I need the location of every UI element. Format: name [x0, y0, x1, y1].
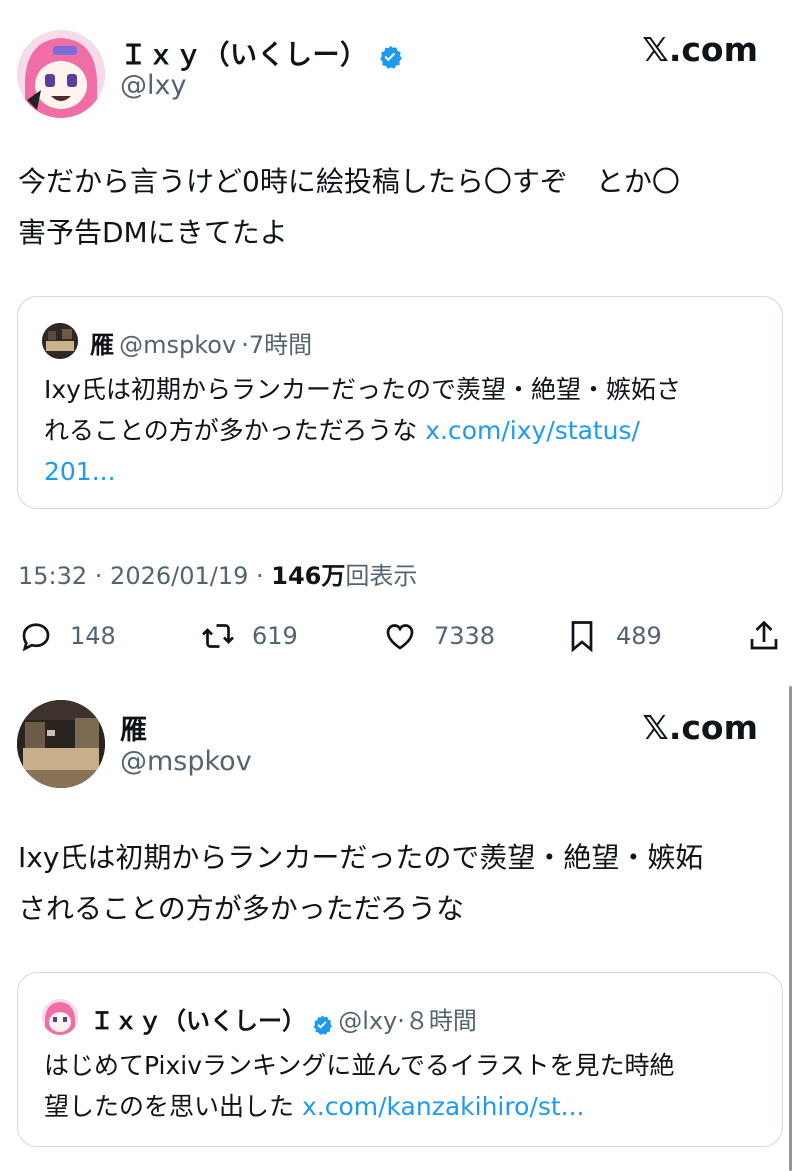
verified-badge-icon — [313, 1014, 333, 1035]
reply-action[interactable]: 148 — [18, 618, 116, 654]
like-icon — [386, 624, 414, 650]
author-handle-2[interactable]: @mspkov — [120, 746, 252, 777]
x-com-logo[interactable]: 𝕏.com — [642, 30, 758, 69]
quote-link[interactable]: x.com/ixy/status/ — [425, 416, 640, 445]
retweet-icon — [202, 624, 234, 648]
tweet-text-line-1: 今だから言うけど0時に絵投稿したら〇すぞ とか〇 — [18, 165, 680, 198]
share-icon — [750, 620, 778, 650]
views-count: 146万 — [271, 562, 346, 590]
like-action[interactable]: 7338 — [382, 618, 495, 654]
avatar-mspkov[interactable] — [17, 700, 105, 788]
quote-time: ·7時間 — [241, 331, 313, 359]
quote2-link[interactable]: x.com/kanzakihiro/st... — [302, 1092, 585, 1121]
quote-author-handle-2: @lxy — [338, 1007, 398, 1035]
timestamp[interactable]: 15:32 · 2026/01/19 · — [18, 562, 271, 590]
tweet-text-line-2: 害予告DMにきてたよ — [18, 216, 288, 249]
quote-text-line-2: れることの方が多かっただろうな — [44, 416, 418, 445]
quote-author-handle: @mspkov — [119, 331, 237, 359]
quoted-tweet-2[interactable]: Ｉｘｙ（いくしー） @lxy·８時間 はじめてPixivランキングに並んでるイラ… — [17, 972, 783, 1147]
quoted-tweet[interactable]: 雁 @mspkov ·7時間 Ixy氏は初期からランカーだったので羨望・絶望・嫉… — [17, 296, 783, 509]
bookmark-icon — [571, 621, 593, 653]
quote-text-line-1: Ixy氏は初期からランカーだったので羨望・絶望・嫉妬さ — [44, 375, 681, 404]
tweet2-text-line-1: Ixy氏は初期からランカーだったので羨望・絶望・嫉妬 — [18, 841, 704, 874]
views-label: 回表示 — [345, 562, 418, 590]
retweet-count: 619 — [252, 622, 298, 650]
quote-author-name: 雁 — [90, 331, 114, 359]
quote-link-cont[interactable]: 201... — [44, 451, 774, 492]
avatar-ixy[interactable] — [17, 30, 105, 118]
share-action[interactable] — [746, 618, 798, 654]
author-name-2[interactable]: 雁 — [120, 708, 148, 747]
tweet2-text-line-2: されることの方が多かっただろうな — [18, 892, 465, 925]
x-com-logo-2[interactable]: 𝕏.com — [642, 708, 758, 747]
quote-avatar-mspkov — [42, 323, 78, 359]
tweet-text: 今だから言うけど0時に絵投稿したら〇すぞ とか〇 害予告DMにきてたよ — [18, 156, 788, 258]
quote2-text-line-1: はじめてPixivランキングに並んでるイラストを見た時絶 — [44, 1051, 675, 1080]
bookmark-action[interactable]: 489 — [564, 618, 662, 654]
tweet-text-2: Ixy氏は初期からランカーだったので羨望・絶望・嫉妬 されることの方が多かっただ… — [18, 832, 788, 934]
author-handle[interactable]: @lxy — [120, 70, 186, 101]
verified-badge-icon — [380, 45, 403, 69]
quote-time-2: ·８時間 — [397, 1007, 477, 1035]
author-name[interactable]: Ｉｘｙ（いくしー） — [120, 40, 368, 71]
scrollbar[interactable] — [789, 686, 792, 1171]
like-count: 7338 — [434, 622, 496, 650]
tweet-meta: 15:32 · 2026/01/19 · 146万回表示 — [18, 556, 417, 591]
bookmark-count: 489 — [616, 622, 662, 650]
quote2-text-line-2: 望したのを思い出した — [44, 1092, 302, 1121]
quote-author-name-2: Ｉｘｙ（いくしー） — [90, 1007, 306, 1035]
quote-avatar-ixy — [42, 999, 78, 1035]
reply-count: 148 — [70, 622, 116, 650]
reply-icon — [22, 623, 50, 652]
retweet-action[interactable]: 619 — [200, 618, 298, 654]
